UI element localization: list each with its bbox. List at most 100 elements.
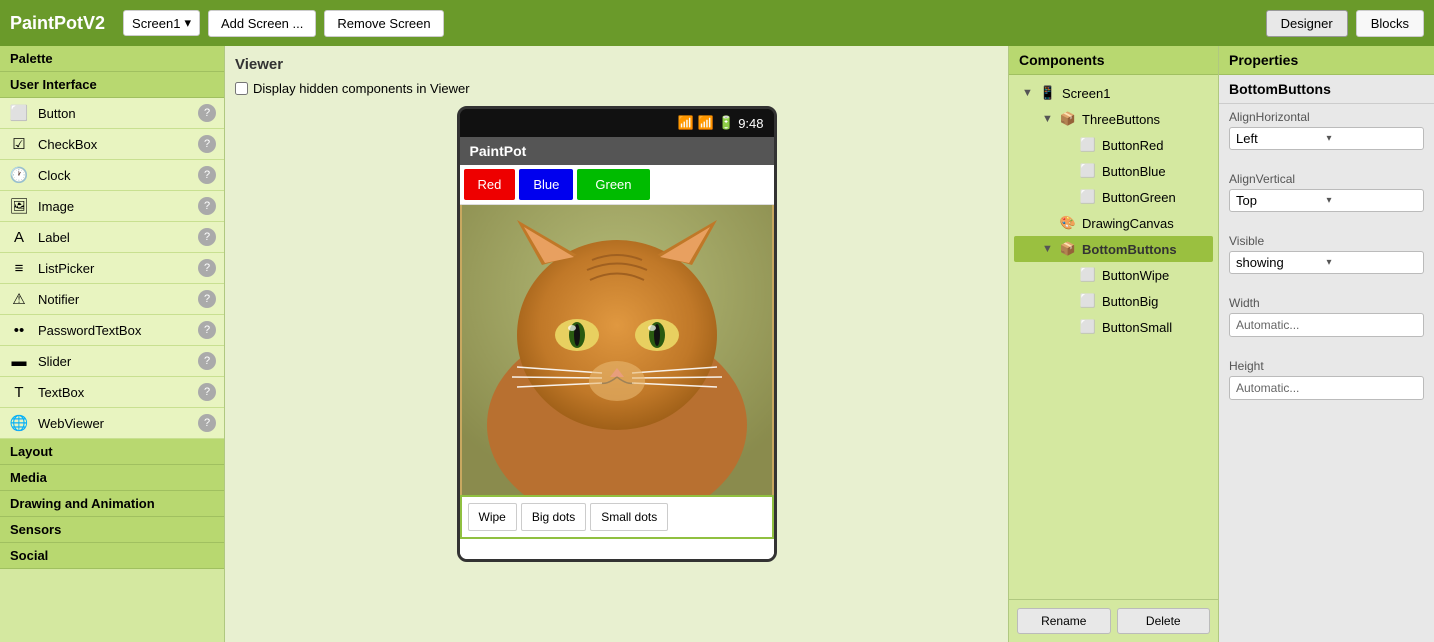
webviewer-label: WebViewer xyxy=(38,416,198,431)
tree-item-screen1[interactable]: ▼ 📱 Screen1 xyxy=(1014,80,1213,106)
palette-item-slider[interactable]: ▬ Slider ? xyxy=(0,346,224,377)
palette-item-button[interactable]: ⬜ Button ? xyxy=(0,98,224,129)
notifier-help-icon[interactable]: ? xyxy=(198,290,216,308)
phone-time: 9:48 xyxy=(738,116,763,131)
label-help-icon[interactable]: ? xyxy=(198,228,216,246)
phone-btn-red[interactable]: Red xyxy=(464,169,516,200)
palette-item-clock[interactable]: 🕐 Clock ? xyxy=(0,160,224,191)
prop-label-visible: Visible xyxy=(1229,234,1424,248)
screen-dropdown[interactable]: Screen1 ▾ xyxy=(123,10,200,36)
components-panel: Components ▼ 📱 Screen1 ▼ 📦 ThreeButtons … xyxy=(1009,46,1219,642)
tree-item-buttonred[interactable]: ⬜ ButtonRed xyxy=(1014,132,1213,158)
remove-screen-button[interactable]: Remove Screen xyxy=(324,10,443,37)
chevron-down-icon: ▾ xyxy=(184,15,191,31)
prop-label-height: Height xyxy=(1229,359,1424,373)
tree-item-buttongreen[interactable]: ⬜ ButtonGreen xyxy=(1014,184,1213,210)
delete-button[interactable]: Delete xyxy=(1117,608,1211,634)
dropdown-arrow-align_horizontal: ▾ xyxy=(1327,133,1418,144)
prop-width: Width Automatic... xyxy=(1219,290,1434,343)
phone-content: Red Blue Green xyxy=(460,165,774,559)
label-icon: A xyxy=(8,226,30,248)
slider-help-icon[interactable]: ? xyxy=(198,352,216,370)
listpicker-label: ListPicker xyxy=(38,261,198,276)
property-component-name: BottomButtons xyxy=(1219,75,1434,104)
clock-icon: 🕐 xyxy=(8,164,30,186)
bottombuttons-label: BottomButtons xyxy=(1082,242,1177,257)
image-label: Image xyxy=(38,199,198,214)
tree-item-bottombuttons[interactable]: ▼ 📦 BottomButtons xyxy=(1014,236,1213,262)
tree-toggle-threebuttons[interactable]: ▼ xyxy=(1042,113,1058,125)
checkbox-help-icon[interactable]: ? xyxy=(198,135,216,153)
clock-label: Clock xyxy=(38,168,198,183)
dropdown-arrow-align_vertical: ▾ xyxy=(1327,195,1418,206)
hidden-components-label: Display hidden components in Viewer xyxy=(253,81,470,96)
listpicker-icon: ≡ xyxy=(8,257,30,279)
social-header[interactable]: Social xyxy=(0,543,224,569)
palette-item-webviewer[interactable]: 🌐 WebViewer ? xyxy=(0,408,224,439)
signal-icon: 📶 xyxy=(698,115,714,131)
webviewer-help-icon[interactable]: ? xyxy=(198,414,216,432)
tree-toggle-screen1[interactable]: ▼ xyxy=(1022,87,1038,99)
buttongreen-icon: ⬜ xyxy=(1078,187,1098,207)
phone-btn-green[interactable]: Green xyxy=(577,169,649,200)
screen1-label: Screen1 xyxy=(1062,86,1110,101)
prop-dropdown-visible[interactable]: showing ▾ xyxy=(1229,251,1424,274)
prop-label-width: Width xyxy=(1229,296,1424,310)
button-label: Button xyxy=(38,106,198,121)
passwordtextbox-help-icon[interactable]: ? xyxy=(198,321,216,339)
button-icon: ⬜ xyxy=(8,102,30,124)
palette-item-listpicker[interactable]: ≡ ListPicker ? xyxy=(0,253,224,284)
media-header[interactable]: Media xyxy=(0,465,224,491)
tree-item-buttonbig[interactable]: ⬜ ButtonBig xyxy=(1014,288,1213,314)
tree-item-buttonwipe[interactable]: ⬜ ButtonWipe xyxy=(1014,262,1213,288)
blocks-button[interactable]: Blocks xyxy=(1356,10,1424,37)
palette-item-label[interactable]: A Label ? xyxy=(0,222,224,253)
palette-item-textbox[interactable]: T TextBox ? xyxy=(0,377,224,408)
layout-header[interactable]: Layout xyxy=(0,439,224,465)
phone-btn-blue[interactable]: Blue xyxy=(519,169,573,200)
prop-text-height: Automatic... xyxy=(1229,376,1424,400)
buttonred-label: ButtonRed xyxy=(1102,138,1163,153)
sensors-header[interactable]: Sensors xyxy=(0,517,224,543)
phone-btn-big-dots[interactable]: Big dots xyxy=(521,503,586,531)
drawingcanvas-icon: 🎨 xyxy=(1058,213,1078,233)
image-help-icon[interactable]: ? xyxy=(198,197,216,215)
prop-value-align_horizontal: Left xyxy=(1236,131,1327,146)
palette-item-checkbox[interactable]: ☑ CheckBox ? xyxy=(0,129,224,160)
prop-dropdown-align_vertical[interactable]: Top ▾ xyxy=(1229,189,1424,212)
wifi-icon: 📶 xyxy=(678,115,694,131)
hidden-components-checkbox[interactable] xyxy=(235,82,248,95)
buttonblue-label: ButtonBlue xyxy=(1102,164,1166,179)
phone-btn-small-dots[interactable]: Small dots xyxy=(590,503,668,531)
textbox-help-icon[interactable]: ? xyxy=(198,383,216,401)
main-layout: Palette User Interface ⬜ Button ? ☑ Chec… xyxy=(0,46,1434,642)
clock-help-icon[interactable]: ? xyxy=(198,166,216,184)
button-help-icon[interactable]: ? xyxy=(198,104,216,122)
palette-item-image[interactable]: 🖼 Image ? xyxy=(0,191,224,222)
listpicker-help-icon[interactable]: ? xyxy=(198,259,216,277)
palette-item-notifier[interactable]: ⚠ Notifier ? xyxy=(0,284,224,315)
buttonwipe-icon: ⬜ xyxy=(1078,265,1098,285)
rename-button[interactable]: Rename xyxy=(1017,608,1111,634)
phone-frame: 📶 📶 🔋 9:48 PaintPot Red Blue Green xyxy=(457,106,777,562)
tree-item-buttonblue[interactable]: ⬜ ButtonBlue xyxy=(1014,158,1213,184)
phone-bottom-buttons: Wipe Big dots Small dots xyxy=(460,495,774,539)
passwordtextbox-icon: •• xyxy=(8,319,30,341)
add-screen-button[interactable]: Add Screen ... xyxy=(208,10,316,37)
tree-item-drawingcanvas[interactable]: 🎨 DrawingCanvas xyxy=(1014,210,1213,236)
palette-item-passwordtextbox[interactable]: •• PasswordTextBox ? xyxy=(0,315,224,346)
phone-canvas[interactable] xyxy=(460,205,774,495)
tree-item-buttonsmall[interactable]: ⬜ ButtonSmall xyxy=(1014,314,1213,340)
drawing-header[interactable]: Drawing and Animation xyxy=(0,491,224,517)
tree-item-threebuttons[interactable]: ▼ 📦 ThreeButtons xyxy=(1014,106,1213,132)
tree-toggle-bottombuttons[interactable]: ▼ xyxy=(1042,243,1058,255)
hidden-components-row: Display hidden components in Viewer xyxy=(235,81,998,96)
designer-button[interactable]: Designer xyxy=(1266,10,1348,37)
user-interface-header[interactable]: User Interface xyxy=(0,72,224,98)
prop-dropdown-align_horizontal[interactable]: Left ▾ xyxy=(1229,127,1424,150)
viewer-panel: Viewer Display hidden components in View… xyxy=(225,46,1009,642)
topbar: PaintPotV2 Screen1 ▾ Add Screen ... Remo… xyxy=(0,0,1434,46)
screen1-icon: 📱 xyxy=(1038,83,1058,103)
phone-title-bar: PaintPot xyxy=(460,137,774,165)
phone-btn-wipe[interactable]: Wipe xyxy=(468,503,517,531)
